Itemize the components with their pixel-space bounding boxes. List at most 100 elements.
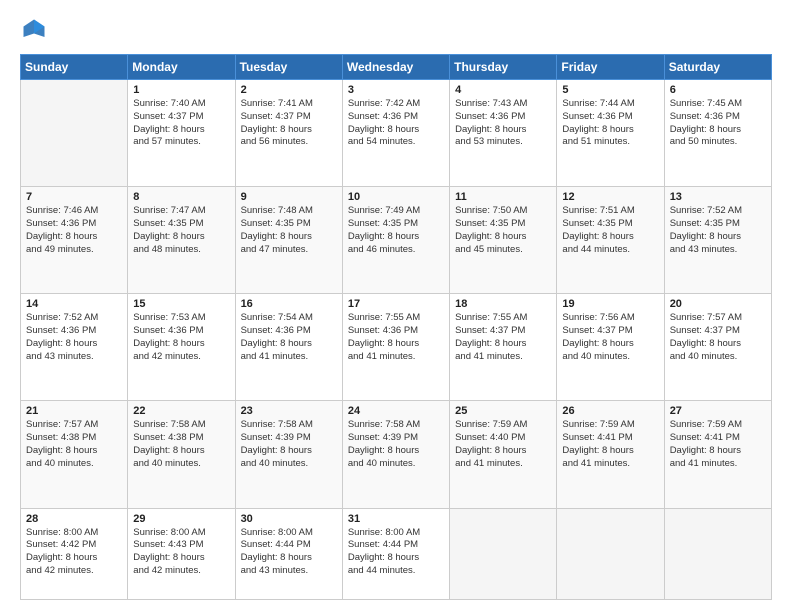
day-number: 29 bbox=[133, 513, 229, 525]
calendar-cell: 4 Sunrise: 7:43 AM Sunset: 4:36 PM Daylig… bbox=[450, 80, 557, 187]
calendar-cell: 5 Sunrise: 7:44 AM Sunset: 4:36 PM Daylig… bbox=[557, 80, 664, 187]
calendar-cell: 22Sunrise: 7:58 AM Sunset: 4:38 PM Dayli… bbox=[128, 401, 235, 508]
day-content: Sunrise: 7:55 AM Sunset: 4:37 PM Dayligh… bbox=[455, 312, 551, 363]
calendar-week-row: 14 Sunrise: 7:52 AM Sunset: 4:36 PM Dayli… bbox=[21, 294, 772, 401]
day-number: 23 bbox=[241, 405, 337, 417]
day-content: Sunrise: 7:55 AM Sunset: 4:36 PM Dayligh… bbox=[348, 312, 444, 363]
day-number: 30 bbox=[241, 513, 337, 525]
calendar-week-row: 28 Sunrise: 8:00 AM Sunset: 4:42 PM Dayli… bbox=[21, 508, 772, 599]
calendar-cell: 25 Sunrise: 7:59 AM Sunset: 4:40 PM Dayli… bbox=[450, 401, 557, 508]
calendar-cell: 1Sunrise: 7:40 AM Sunset: 4:37 PM Daylig… bbox=[128, 80, 235, 187]
calendar-cell: 19Sunrise: 7:56 AM Sunset: 4:37 PM Dayli… bbox=[557, 294, 664, 401]
calendar-cell: 2 Sunrise: 7:41 AM Sunset: 4:37 PM Daylig… bbox=[235, 80, 342, 187]
page: SundayMondayTuesdayWednesdayThursdayFrid… bbox=[0, 0, 792, 612]
day-content: Sunrise: 7:48 AM Sunset: 4:35 PM Dayligh… bbox=[241, 205, 337, 256]
day-content: Sunrise: 8:00 AM Sunset: 4:42 PM Dayligh… bbox=[26, 527, 122, 578]
calendar-cell: 18 Sunrise: 7:55 AM Sunset: 4:37 PM Dayli… bbox=[450, 294, 557, 401]
day-number: 14 bbox=[26, 298, 122, 310]
calendar-cell: 21Sunrise: 7:57 AM Sunset: 4:38 PM Dayli… bbox=[21, 401, 128, 508]
calendar-cell bbox=[450, 508, 557, 599]
day-number: 28 bbox=[26, 513, 122, 525]
calendar-cell: 14 Sunrise: 7:52 AM Sunset: 4:36 PM Dayli… bbox=[21, 294, 128, 401]
calendar-cell: 16 Sunrise: 7:54 AM Sunset: 4:36 PM Dayli… bbox=[235, 294, 342, 401]
calendar-day-header: Thursday bbox=[450, 55, 557, 80]
calendar-day-header: Wednesday bbox=[342, 55, 449, 80]
calendar-cell bbox=[664, 508, 771, 599]
day-number: 12 bbox=[562, 191, 658, 203]
day-number: 24 bbox=[348, 405, 444, 417]
calendar-header-row: SundayMondayTuesdayWednesdayThursdayFrid… bbox=[21, 55, 772, 80]
day-number: 1 bbox=[133, 84, 229, 96]
calendar-cell: 7 Sunrise: 7:46 AM Sunset: 4:36 PM Daylig… bbox=[21, 187, 128, 294]
day-content: Sunrise: 7:58 AM Sunset: 4:39 PM Dayligh… bbox=[348, 419, 444, 470]
day-number: 16 bbox=[241, 298, 337, 310]
day-content: Sunrise: 7:54 AM Sunset: 4:36 PM Dayligh… bbox=[241, 312, 337, 363]
calendar-cell: 8 Sunrise: 7:47 AM Sunset: 4:35 PM Daylig… bbox=[128, 187, 235, 294]
day-content: Sunrise: 8:00 AM Sunset: 4:44 PM Dayligh… bbox=[348, 527, 444, 578]
calendar-day-header: Saturday bbox=[664, 55, 771, 80]
day-content: Sunrise: 7:58 AM Sunset: 4:39 PM Dayligh… bbox=[241, 419, 337, 470]
day-number: 18 bbox=[455, 298, 551, 310]
calendar-cell: 26 Sunrise: 7:59 AM Sunset: 4:41 PM Dayli… bbox=[557, 401, 664, 508]
calendar-day-header: Monday bbox=[128, 55, 235, 80]
day-number: 7 bbox=[26, 191, 122, 203]
day-content: Sunrise: 7:47 AM Sunset: 4:35 PM Dayligh… bbox=[133, 205, 229, 256]
day-number: 6 bbox=[670, 84, 766, 96]
day-content: Sunrise: 7:44 AM Sunset: 4:36 PM Dayligh… bbox=[562, 98, 658, 149]
calendar-cell: 28 Sunrise: 8:00 AM Sunset: 4:42 PM Dayli… bbox=[21, 508, 128, 599]
day-content: Sunrise: 7:41 AM Sunset: 4:37 PM Dayligh… bbox=[241, 98, 337, 149]
calendar-day-header: Sunday bbox=[21, 55, 128, 80]
day-content: Sunrise: 7:42 AM Sunset: 4:36 PM Dayligh… bbox=[348, 98, 444, 149]
day-number: 4 bbox=[455, 84, 551, 96]
calendar-cell: 27 Sunrise: 7:59 AM Sunset: 4:41 PM Dayli… bbox=[664, 401, 771, 508]
calendar-cell: 3 Sunrise: 7:42 AM Sunset: 4:36 PM Daylig… bbox=[342, 80, 449, 187]
calendar-week-row: 21Sunrise: 7:57 AM Sunset: 4:38 PM Dayli… bbox=[21, 401, 772, 508]
day-number: 26 bbox=[562, 405, 658, 417]
day-number: 27 bbox=[670, 405, 766, 417]
calendar-cell bbox=[21, 80, 128, 187]
day-number: 3 bbox=[348, 84, 444, 96]
day-content: Sunrise: 7:59 AM Sunset: 4:40 PM Dayligh… bbox=[455, 419, 551, 470]
calendar-day-header: Tuesday bbox=[235, 55, 342, 80]
calendar-cell: 15Sunrise: 7:53 AM Sunset: 4:36 PM Dayli… bbox=[128, 294, 235, 401]
calendar-cell bbox=[557, 508, 664, 599]
day-number: 9 bbox=[241, 191, 337, 203]
day-content: Sunrise: 7:50 AM Sunset: 4:35 PM Dayligh… bbox=[455, 205, 551, 256]
calendar-table: SundayMondayTuesdayWednesdayThursdayFrid… bbox=[20, 54, 772, 600]
calendar-cell: 6 Sunrise: 7:45 AM Sunset: 4:36 PM Daylig… bbox=[664, 80, 771, 187]
logo bbox=[20, 16, 52, 44]
header bbox=[20, 16, 772, 44]
day-content: Sunrise: 8:00 AM Sunset: 4:43 PM Dayligh… bbox=[133, 527, 229, 578]
day-number: 25 bbox=[455, 405, 551, 417]
day-content: Sunrise: 7:45 AM Sunset: 4:36 PM Dayligh… bbox=[670, 98, 766, 149]
day-number: 5 bbox=[562, 84, 658, 96]
day-number: 8 bbox=[133, 191, 229, 203]
day-content: Sunrise: 7:59 AM Sunset: 4:41 PM Dayligh… bbox=[670, 419, 766, 470]
calendar-cell: 20 Sunrise: 7:57 AM Sunset: 4:37 PM Dayli… bbox=[664, 294, 771, 401]
day-content: Sunrise: 7:57 AM Sunset: 4:38 PM Dayligh… bbox=[26, 419, 122, 470]
day-number: 31 bbox=[348, 513, 444, 525]
day-number: 2 bbox=[241, 84, 337, 96]
day-content: Sunrise: 7:46 AM Sunset: 4:36 PM Dayligh… bbox=[26, 205, 122, 256]
calendar-cell: 9 Sunrise: 7:48 AM Sunset: 4:35 PM Daylig… bbox=[235, 187, 342, 294]
day-number: 20 bbox=[670, 298, 766, 310]
day-content: Sunrise: 7:52 AM Sunset: 4:35 PM Dayligh… bbox=[670, 205, 766, 256]
calendar-cell: 31 Sunrise: 8:00 AM Sunset: 4:44 PM Dayli… bbox=[342, 508, 449, 599]
day-content: Sunrise: 7:53 AM Sunset: 4:36 PM Dayligh… bbox=[133, 312, 229, 363]
day-content: Sunrise: 8:00 AM Sunset: 4:44 PM Dayligh… bbox=[241, 527, 337, 578]
calendar-cell: 17 Sunrise: 7:55 AM Sunset: 4:36 PM Dayli… bbox=[342, 294, 449, 401]
day-number: 10 bbox=[348, 191, 444, 203]
calendar-cell: 13Sunrise: 7:52 AM Sunset: 4:35 PM Dayli… bbox=[664, 187, 771, 294]
day-number: 19 bbox=[562, 298, 658, 310]
day-content: Sunrise: 7:57 AM Sunset: 4:37 PM Dayligh… bbox=[670, 312, 766, 363]
calendar-cell: 30 Sunrise: 8:00 AM Sunset: 4:44 PM Dayli… bbox=[235, 508, 342, 599]
day-content: Sunrise: 7:52 AM Sunset: 4:36 PM Dayligh… bbox=[26, 312, 122, 363]
logo-icon bbox=[20, 16, 48, 44]
day-content: Sunrise: 7:43 AM Sunset: 4:36 PM Dayligh… bbox=[455, 98, 551, 149]
day-content: Sunrise: 7:51 AM Sunset: 4:35 PM Dayligh… bbox=[562, 205, 658, 256]
day-content: Sunrise: 7:59 AM Sunset: 4:41 PM Dayligh… bbox=[562, 419, 658, 470]
calendar-cell: 29 Sunrise: 8:00 AM Sunset: 4:43 PM Dayli… bbox=[128, 508, 235, 599]
calendar-week-row: 1Sunrise: 7:40 AM Sunset: 4:37 PM Daylig… bbox=[21, 80, 772, 187]
day-number: 22 bbox=[133, 405, 229, 417]
day-number: 17 bbox=[348, 298, 444, 310]
